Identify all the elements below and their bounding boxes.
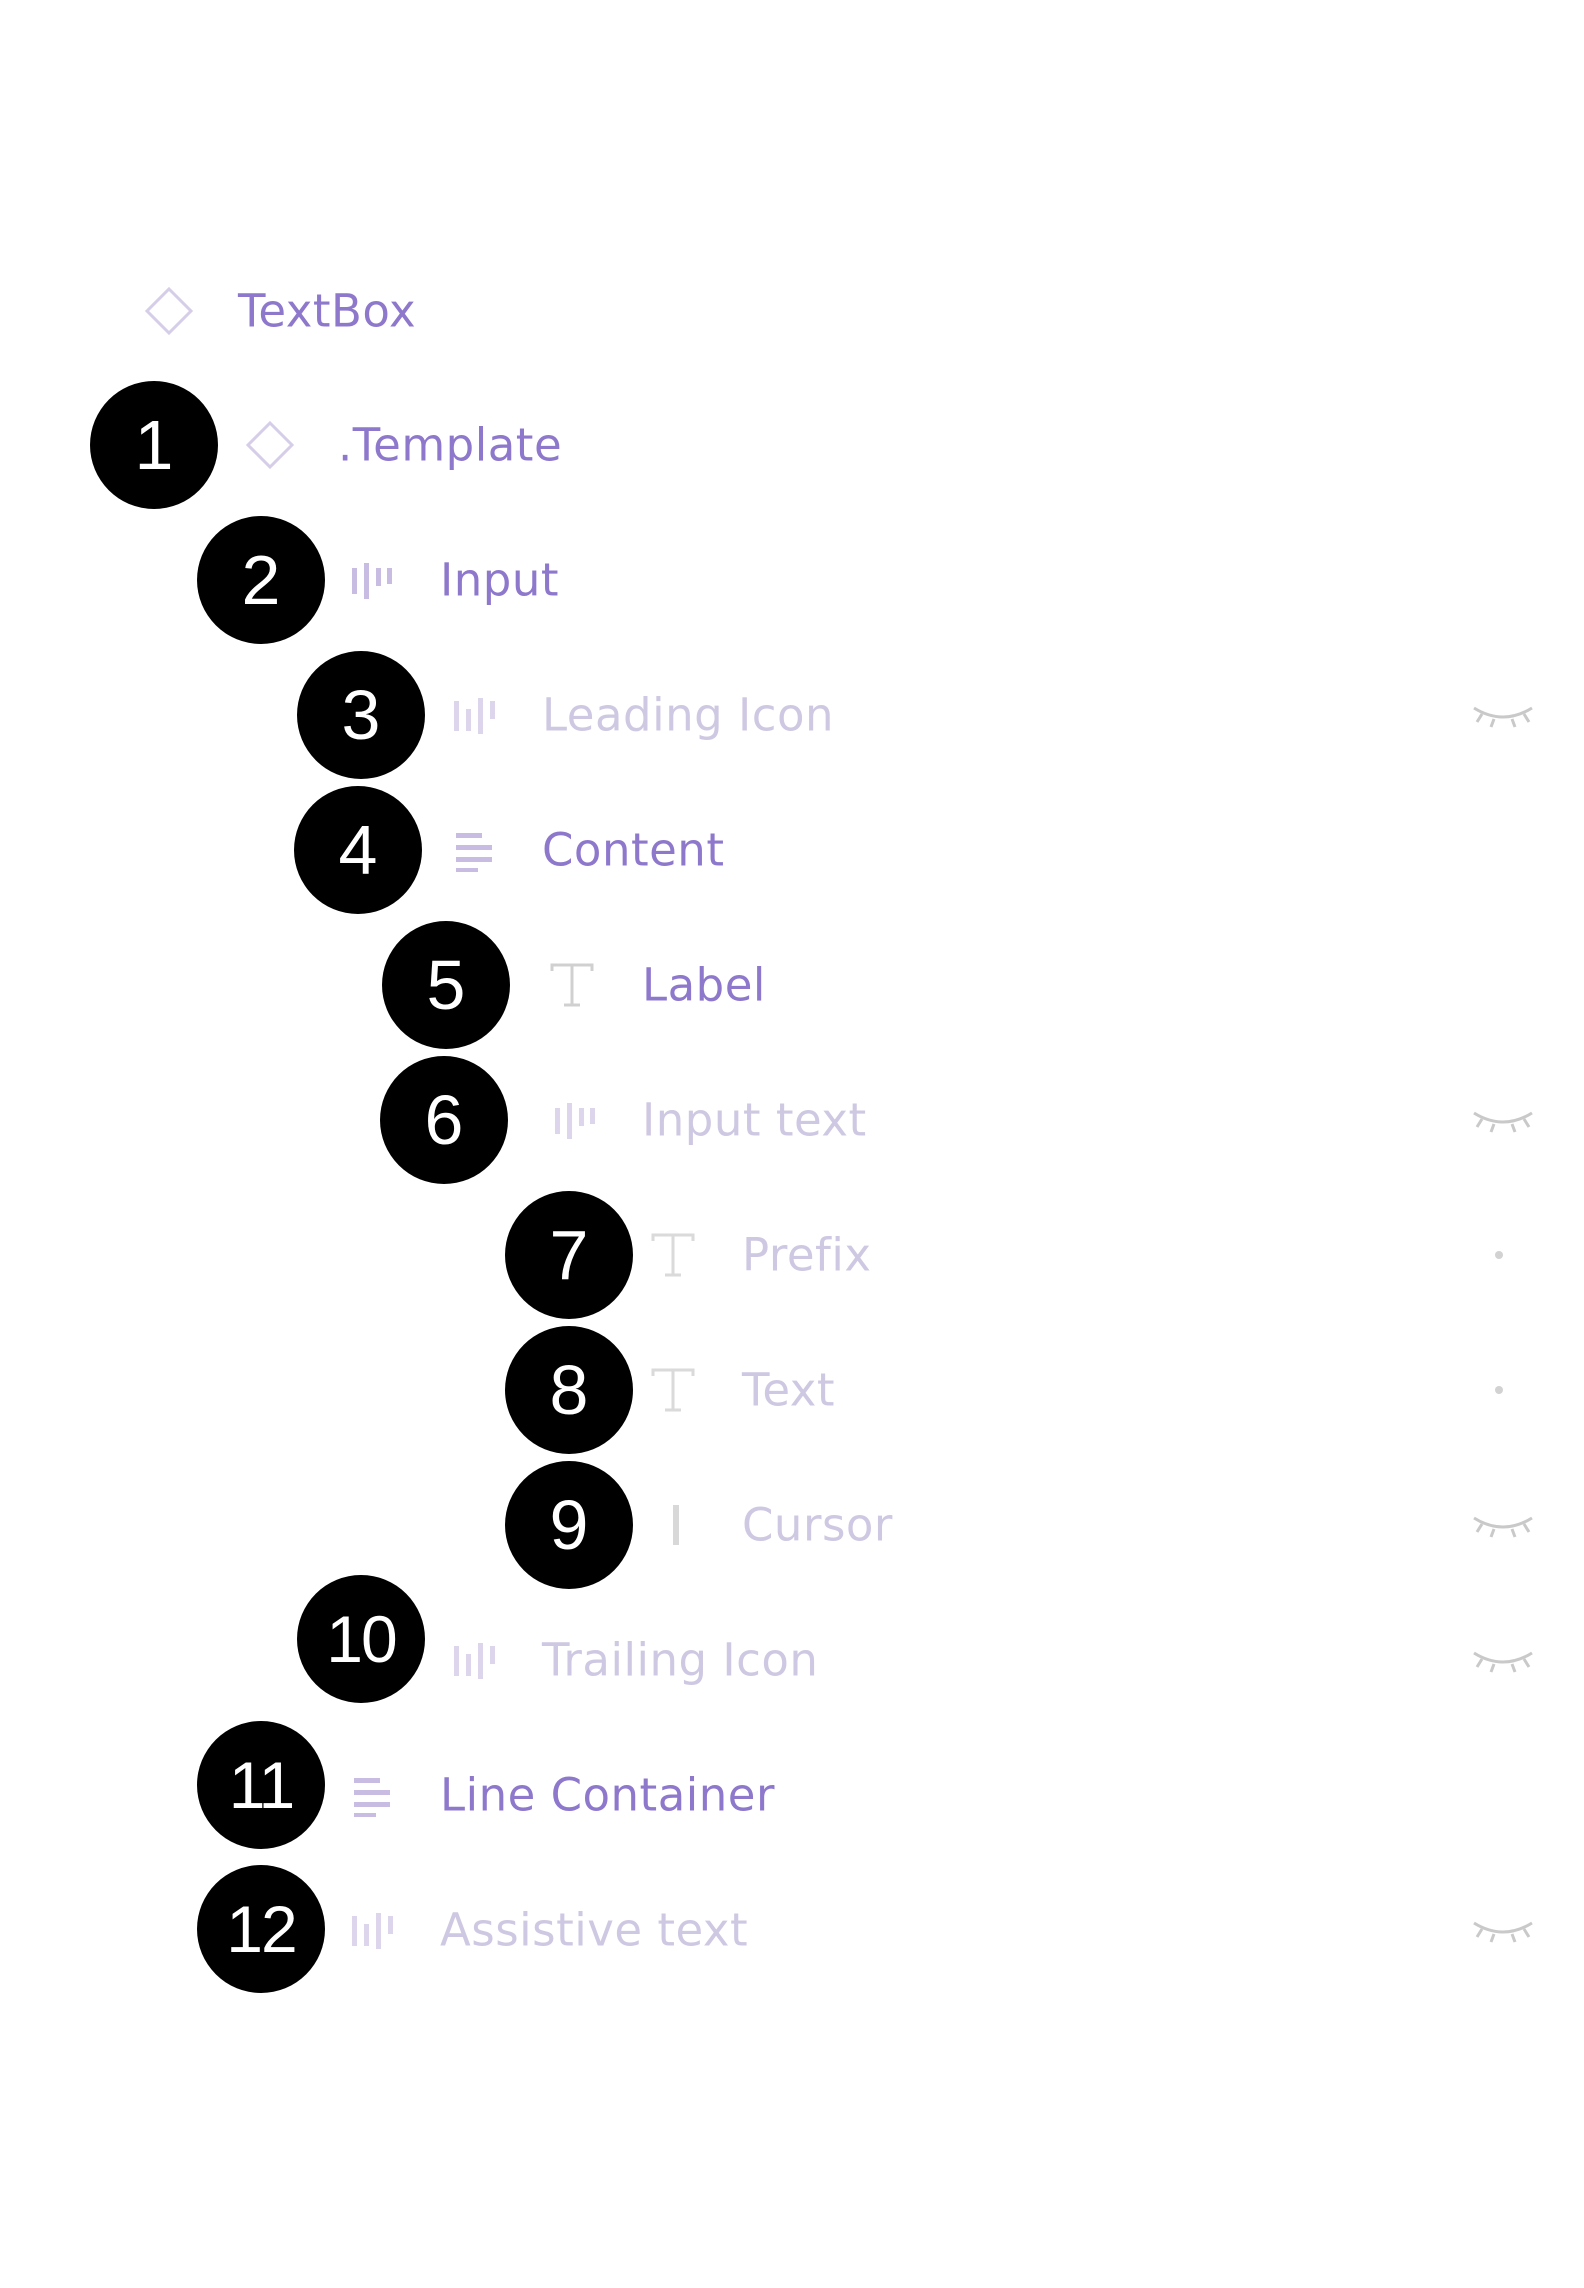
rectangle-bar-icon bbox=[649, 1498, 703, 1552]
layer-name: Trailing Icon bbox=[542, 1633, 819, 1687]
layer-name: Input bbox=[440, 553, 560, 607]
horizontal-autolayout-icon bbox=[548, 1093, 602, 1147]
layer-row-input[interactable]: 2 Input bbox=[0, 516, 1584, 644]
horizontal-autolayout-icon bbox=[345, 553, 399, 607]
annotation-badge: 4 bbox=[294, 786, 422, 914]
layer-name: TextBox bbox=[238, 284, 417, 338]
annotation-badge: 1 bbox=[90, 381, 218, 509]
annotation-badge: 7 bbox=[505, 1191, 633, 1319]
layer-row-line-container[interactable]: 11 Line Container bbox=[0, 1721, 1584, 1850]
annotation-badge: 5 bbox=[382, 921, 510, 1049]
layer-row-text[interactable]: 8 Text bbox=[0, 1326, 1584, 1454]
text-layer-icon bbox=[646, 1228, 700, 1282]
eye-closed-icon[interactable] bbox=[1470, 1510, 1536, 1540]
layer-row-input-text[interactable]: 6 Input text bbox=[0, 1056, 1584, 1184]
eye-closed-icon[interactable] bbox=[1470, 1645, 1536, 1675]
layer-row-cursor[interactable]: 9 Cursor bbox=[0, 1461, 1584, 1589]
horizontal-autolayout-icon bbox=[447, 688, 501, 742]
layer-name: Assistive text bbox=[440, 1903, 749, 1957]
layer-row-template[interactable]: 1 .Template bbox=[0, 381, 1584, 509]
horizontal-autolayout-icon bbox=[447, 1633, 501, 1687]
horizontal-autolayout-icon bbox=[345, 1903, 399, 1957]
annotation-badge: 9 bbox=[505, 1461, 633, 1589]
annotation-badge: 6 bbox=[380, 1056, 508, 1184]
layer-row-trailing-icon[interactable]: 10 Trailing Icon bbox=[0, 1575, 1584, 1715]
annotation-badge: 11 bbox=[197, 1721, 325, 1849]
annotation-badge: 12 bbox=[197, 1865, 325, 1993]
layer-name: Text bbox=[742, 1363, 836, 1417]
layer-name: Input text bbox=[642, 1093, 867, 1147]
layer-row-label[interactable]: 5 Label bbox=[0, 921, 1584, 1049]
eye-closed-icon[interactable] bbox=[1470, 1105, 1536, 1135]
layer-row-content[interactable]: 4 Content bbox=[0, 786, 1584, 914]
dot-icon[interactable] bbox=[1495, 1386, 1503, 1394]
dot-icon[interactable] bbox=[1495, 1251, 1503, 1259]
layer-row-assistive-text[interactable]: 12 Assistive text bbox=[0, 1865, 1584, 1993]
component-diamond-icon bbox=[243, 418, 297, 472]
text-layer-icon bbox=[646, 1363, 700, 1417]
layer-name: Leading Icon bbox=[542, 688, 835, 742]
layer-name: Label bbox=[642, 958, 766, 1012]
layer-name: Cursor bbox=[742, 1498, 893, 1552]
layer-row-textbox[interactable]: TextBox bbox=[0, 256, 1584, 366]
vertical-autolayout-icon bbox=[447, 823, 501, 877]
vertical-autolayout-icon bbox=[345, 1768, 399, 1822]
annotation-badge: 3 bbox=[297, 651, 425, 779]
layer-name: .Template bbox=[338, 418, 563, 472]
eye-closed-icon[interactable] bbox=[1470, 1915, 1536, 1945]
layer-name: Prefix bbox=[742, 1228, 872, 1282]
eye-closed-icon[interactable] bbox=[1470, 700, 1536, 730]
layer-name: Content bbox=[542, 823, 725, 877]
text-layer-icon bbox=[545, 958, 599, 1012]
annotation-badge: 10 bbox=[297, 1575, 425, 1703]
layer-row-leading-icon[interactable]: 3 Leading Icon bbox=[0, 651, 1584, 779]
layer-name: Line Container bbox=[440, 1768, 775, 1822]
annotation-badge: 2 bbox=[197, 516, 325, 644]
annotation-badge: 8 bbox=[505, 1326, 633, 1454]
component-diamond-icon bbox=[142, 284, 196, 338]
layer-row-prefix[interactable]: 7 Prefix bbox=[0, 1191, 1584, 1319]
